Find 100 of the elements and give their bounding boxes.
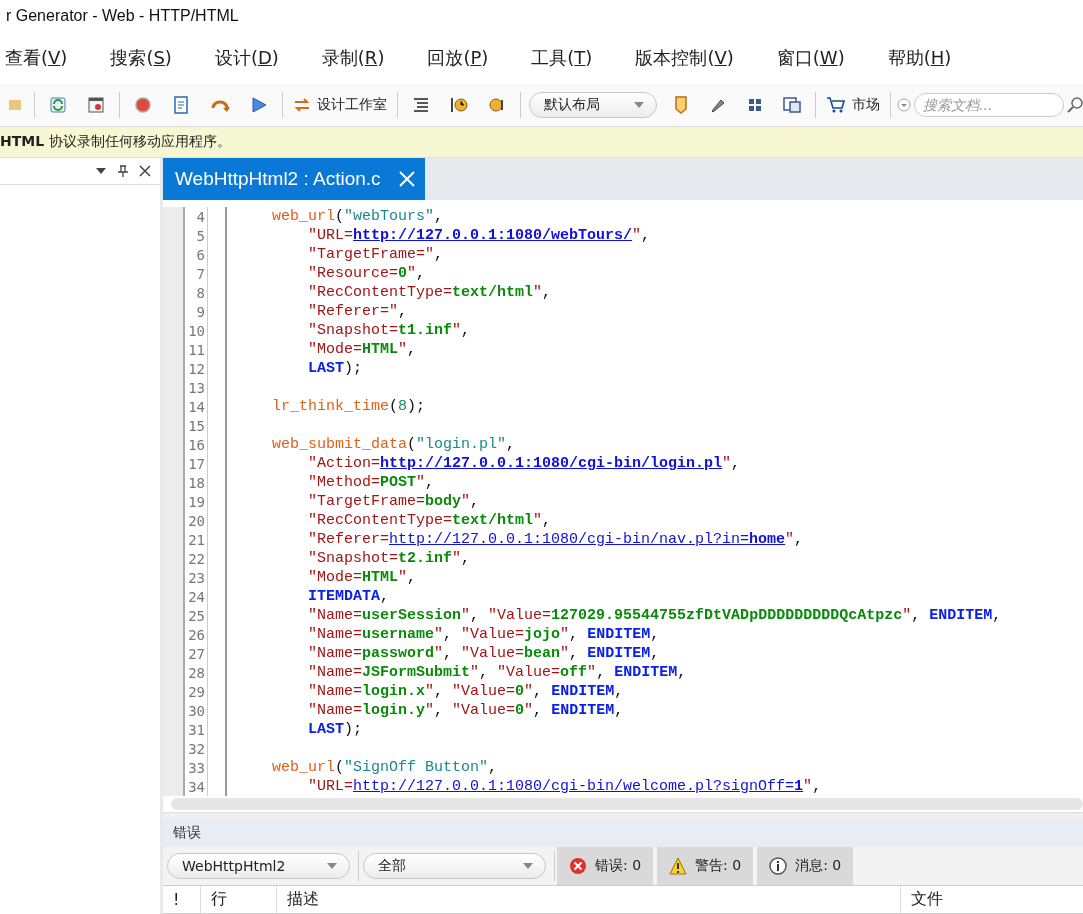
line-number: 25	[187, 607, 205, 624]
swap-arrows-icon	[292, 97, 311, 113]
menu-item[interactable]: 版本控制(V)	[635, 46, 734, 70]
line-number: 4	[195, 208, 205, 225]
column-header[interactable]: 描述	[277, 886, 901, 913]
filter-toggle[interactable]: 错误: 0	[557, 847, 654, 885]
line-number: 17	[187, 455, 205, 472]
code-line: "Snapshot=t1.inf",	[308, 322, 471, 339]
design-studio-button[interactable]: 设计工作室	[286, 94, 393, 116]
line-number: 32	[187, 740, 205, 757]
caret-icon	[327, 863, 337, 869]
line-number: 19	[187, 493, 205, 510]
code-line: ITEMDATA,	[308, 588, 390, 605]
line-number: 5	[195, 227, 205, 244]
line-number: 8	[195, 284, 205, 301]
line-number: 14	[187, 398, 205, 415]
line-number: 31	[187, 721, 205, 738]
line-number: 13	[187, 379, 205, 396]
code-line: "Mode=HTML",	[308, 569, 417, 586]
column-header[interactable]: 行	[201, 886, 277, 913]
line-number: 11	[187, 341, 205, 358]
windows-icon[interactable]	[782, 96, 803, 114]
url-link[interactable]: http://127.0.0.1:1080/cgi-bin/welcome.pl?signOff=1	[353, 778, 804, 795]
code-line: "Snapshot=t2.inf",	[308, 550, 471, 567]
code-line: "Name=login.y", "Value=0", ENDITEM,	[308, 702, 624, 719]
code-line: "Method=POST",	[308, 474, 435, 491]
code-line: "RecContentType=text/html",	[308, 512, 552, 529]
column-header[interactable]: 文件	[901, 886, 1083, 913]
code-line: "Name=JSFormSubmit", "Value=off", ENDITEM,	[308, 664, 687, 681]
editor-tab[interactable]: WebHttpHtml2 : Action.c	[163, 158, 425, 200]
menu-item[interactable]: 帮助(H)	[887, 46, 952, 70]
settings-window-icon[interactable]	[85, 95, 106, 115]
caret-icon	[634, 102, 645, 108]
pin-icon[interactable]	[117, 165, 129, 177]
menu-item[interactable]: 设计(D)	[214, 46, 279, 70]
info-message: HTML 协议录制任何移动应用程序。	[0, 133, 231, 151]
search-field[interactable]: 搜索文档...	[914, 93, 1065, 117]
code-line: "URL=http://127.0.0.1:1080/cgi-bin/welcome.pl?signOff=1",	[308, 778, 822, 795]
menu-item[interactable]: 窗口(W)	[776, 46, 845, 70]
code-line: "Name=login.x", "Value=0", ENDITEM,	[308, 683, 624, 700]
info-icon	[769, 857, 788, 875]
menu-item[interactable]: 工具(T)	[531, 46, 593, 70]
cart-icon	[826, 96, 847, 114]
menu-item[interactable]: 查看(V)	[5, 46, 68, 70]
line-number: 10	[187, 322, 205, 339]
line-number: 30	[187, 702, 205, 719]
menu-item[interactable]: 回放(P)	[427, 46, 489, 70]
line-number: 27	[187, 645, 205, 662]
line-number: 24	[187, 588, 205, 605]
market-button[interactable]: 市场	[820, 94, 887, 116]
panel-title: 错误	[173, 824, 201, 842]
line-number: 34	[187, 778, 205, 795]
code-line: "RecContentType=text/html",	[308, 284, 552, 301]
code-line: "TargetFrame=body",	[308, 493, 480, 510]
clock-list-icon[interactable]	[448, 95, 469, 115]
error-icon	[569, 857, 587, 875]
code-line: "Action=http://127.0.0.1:1080/cgi-bin/login.pl",	[308, 455, 741, 472]
code-line: "Mode=HTML",	[308, 341, 417, 358]
close-icon[interactable]	[139, 165, 151, 177]
line-number: 20	[187, 512, 205, 529]
project-dropdown[interactable]: WebHttpHtml2	[167, 853, 350, 879]
layout-dropdown[interactable]: 默认布局	[528, 92, 658, 118]
url-link[interactable]: http://127.0.0.1:1080/cgi-bin/nav.pl?in=home	[389, 531, 786, 548]
filter-dropdown[interactable]: 全部	[363, 853, 546, 879]
code-line: LAST);	[308, 360, 363, 377]
code-line: "URL=http://127.0.0.1:1080/webTours/",	[308, 227, 651, 244]
line-number: 33	[187, 759, 205, 776]
line-number: 7	[195, 265, 205, 282]
line-number: 28	[187, 664, 205, 681]
line-number: 15	[187, 417, 205, 434]
window-title: r Generator - Web - HTTP/HTML	[6, 7, 239, 25]
url-link[interactable]: http://127.0.0.1:1080/cgi-bin/login.pl	[380, 455, 723, 472]
menu-item[interactable]: 搜索(S)	[110, 46, 172, 70]
filter-toggle[interactable]: 警告: 0	[657, 847, 754, 885]
code-line: "Resource=0",	[308, 265, 426, 282]
code-line: web_submit_data("login.pl",	[272, 436, 516, 453]
code-line: "TargetFrame=",	[308, 246, 444, 263]
code-line: web_url("SignOff Button",	[272, 759, 498, 776]
code-line: "Name=password", "Value=bean", ENDITEM,	[308, 645, 660, 662]
line-number: 23	[187, 569, 205, 586]
code-line: "Name=username", "Value=jojo", ENDITEM,	[308, 626, 660, 643]
line-number: 29	[187, 683, 205, 700]
code-line: "Referer=http://127.0.0.1:1080/cgi-bin/nav.pl?in=home",	[308, 531, 804, 548]
menu-item[interactable]: 录制(R)	[321, 46, 385, 70]
url-link[interactable]: http://127.0.0.1:1080/webTours/	[353, 227, 633, 244]
column-header[interactable]: !	[163, 886, 201, 913]
line-number: 16	[187, 436, 205, 453]
line-number: 21	[187, 531, 205, 548]
line-number: 18	[187, 474, 205, 491]
search-icon	[1067, 97, 1083, 113]
horizontal-scrollbar[interactable]	[171, 798, 1083, 810]
line-number: 9	[195, 303, 205, 320]
line-number: 12	[187, 360, 205, 377]
line-number: 6	[195, 246, 205, 263]
record-icon[interactable]	[132, 95, 153, 115]
refresh-icon[interactable]	[47, 95, 68, 115]
warning-icon	[669, 857, 688, 875]
filter-toggle[interactable]: 消息: 0	[757, 847, 854, 885]
line-number: 22	[187, 550, 205, 567]
line-number: 26	[187, 626, 205, 643]
